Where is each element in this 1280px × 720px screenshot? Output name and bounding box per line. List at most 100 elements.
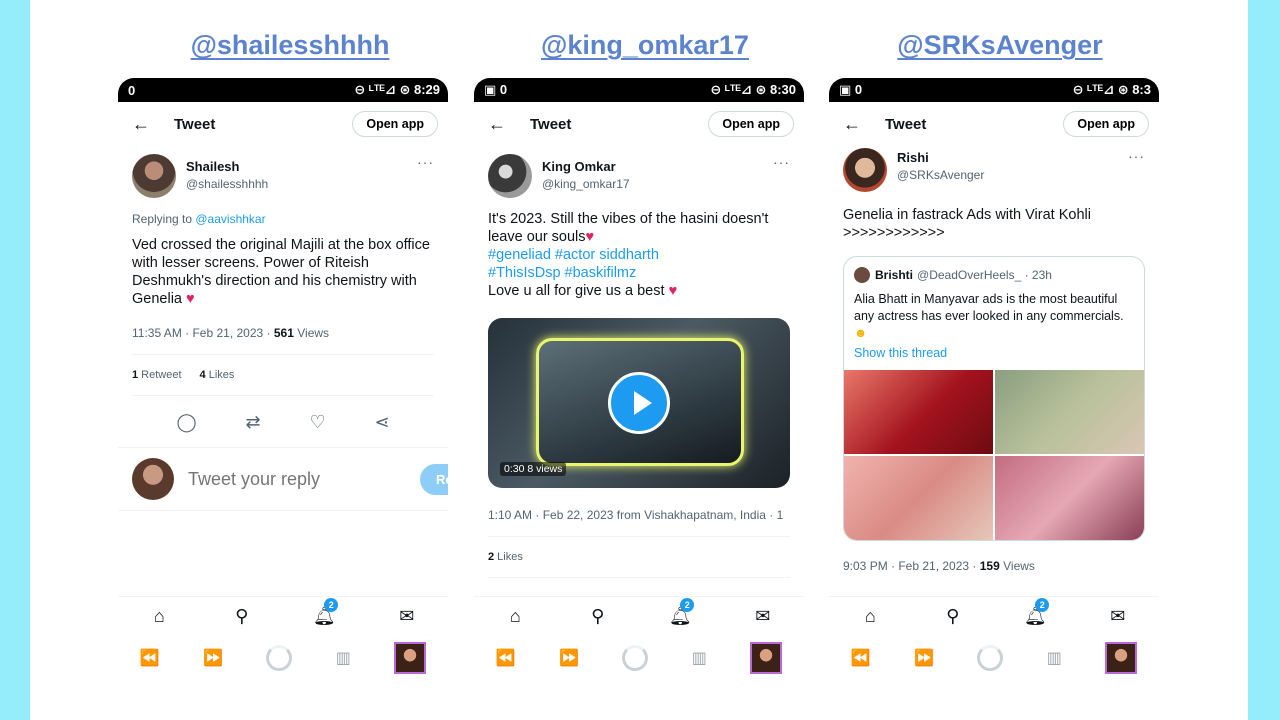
- tweet-timestamp: 11:35 AM · Feb 21, 2023 ·: [132, 326, 274, 340]
- notifications-icon[interactable]: 🔔︎ 2: [660, 598, 700, 627]
- top-bar: ← Tweet Open app: [118, 102, 448, 146]
- home-icon[interactable]: ⌂: [850, 606, 890, 627]
- home-icon[interactable]: ⌂: [139, 606, 179, 627]
- gift-icon[interactable]: ▥: [336, 648, 351, 668]
- top-bar: ← Tweet Open app: [474, 102, 804, 146]
- retweets-stat[interactable]: 1 Retweet: [132, 369, 182, 381]
- more-options-icon[interactable]: ···: [417, 154, 434, 170]
- image[interactable]: [995, 456, 1144, 540]
- handle-label-3: @SRKsAvenger: [897, 30, 1103, 60]
- author-handle[interactable]: @king_omkar17: [542, 177, 773, 191]
- notifications-icon[interactable]: 🔔︎ 2: [304, 598, 344, 627]
- share-icon[interactable]: ⋖: [374, 412, 389, 433]
- phone-screenshot-3: ▣ 0 ⊖ ᴸᵀᴱ⊿ ⊛ 8:3 ← Tweet Open app Rishi …: [829, 78, 1159, 680]
- back-arrow-icon[interactable]: ←: [843, 114, 873, 135]
- open-app-button[interactable]: Open app: [1063, 111, 1149, 137]
- tweet-timestamp: 9:03 PM · Feb 21, 2023 ·: [843, 559, 980, 573]
- home-icon[interactable]: ⌂: [495, 606, 535, 627]
- status-bar: ▣ 0 ⊖ ᴸᵀᴱ⊿ ⊛ 8:30: [474, 78, 804, 102]
- status-bar: ▣ 0 ⊖ ᴸᵀᴱ⊿ ⊛ 8:3: [829, 78, 1159, 102]
- views-label: Views: [293, 326, 330, 340]
- messages-icon[interactable]: ✉: [1098, 606, 1138, 627]
- rewind-icon[interactable]: ⏪: [851, 648, 871, 668]
- image[interactable]: [844, 370, 993, 454]
- author-handle[interactable]: @shailesshhhh: [186, 177, 417, 191]
- author-name[interactable]: Rishi: [897, 150, 1128, 165]
- tweet-author: Rishi @SRKsAvenger ···: [843, 148, 1145, 192]
- image[interactable]: [844, 456, 993, 540]
- phone-screenshot-1: 0 ⊖ ᴸᵀᴱ⊿ ⊛ 8:29 ← Tweet Open app Shailes…: [118, 78, 448, 680]
- tweet-text-body: Ved crossed the original Majili at the b…: [132, 237, 430, 307]
- tweet: Rishi @SRKsAvenger ··· Genelia in fastra…: [829, 146, 1159, 573]
- gift-icon[interactable]: ▥: [1047, 648, 1062, 668]
- like-icon[interactable]: ♡: [309, 412, 325, 433]
- avatar[interactable]: [132, 154, 176, 198]
- more-options-icon[interactable]: ···: [1128, 148, 1145, 164]
- quoted-tweet[interactable]: Brishti @DeadOverHeels_ · 23h Alia Bhatt…: [843, 256, 1145, 541]
- reply-input[interactable]: [188, 468, 420, 490]
- slide: @shailesshhhh @king_omkar17 @SRKsAvenger…: [30, 0, 1248, 720]
- tweet-stats: 2 Likes: [488, 551, 790, 563]
- reply-icon[interactable]: ◯: [176, 412, 196, 433]
- tweet-text: Genelia in fastrack Ads with Virat Kohli…: [843, 207, 1091, 241]
- rewind-icon[interactable]: ⏪: [140, 648, 160, 668]
- page-title: Tweet: [530, 115, 572, 133]
- author-name[interactable]: King Omkar: [542, 159, 773, 174]
- messages-icon[interactable]: ✉: [743, 606, 783, 627]
- author-handle[interactable]: @SRKsAvenger: [897, 168, 1128, 182]
- views-count: 561: [273, 326, 294, 340]
- status-right: ⊖ ᴸᵀᴱ⊿ ⊛ 8:3: [1072, 82, 1151, 97]
- video-player[interactable]: 0:30 8 views: [488, 318, 790, 488]
- profile-avatar[interactable]: [750, 642, 783, 674]
- search-icon[interactable]: ⚲: [222, 606, 262, 627]
- notification-badge: 2: [680, 598, 695, 612]
- fast-forward-icon[interactable]: ⏩: [203, 648, 223, 668]
- tweet-text-closing: Love u all for give us a best: [488, 283, 665, 299]
- back-arrow-icon[interactable]: ←: [488, 114, 518, 135]
- likes-stat[interactable]: 2 Likes: [488, 551, 523, 563]
- heart-eyes-emoji-icon: ☻: [854, 326, 868, 340]
- avatar[interactable]: [488, 154, 532, 198]
- avatar[interactable]: [843, 148, 887, 192]
- rewind-icon[interactable]: ⏪: [496, 648, 516, 668]
- avatar: [132, 458, 174, 500]
- fast-forward-icon[interactable]: ⏩: [559, 648, 579, 668]
- quoted-author-handle: @DeadOverHeels_ · 23h: [917, 268, 1052, 282]
- tweet-meta: 11:35 AM · Feb 21, 2023 · 561 Views: [132, 326, 434, 340]
- gift-icon[interactable]: ▥: [692, 648, 707, 668]
- system-nav: ⏪ ⏩ ▥: [118, 638, 448, 678]
- page-title: Tweet: [174, 115, 216, 133]
- search-icon[interactable]: ⚲: [933, 606, 973, 627]
- handle-label-2: @king_omkar17: [541, 30, 749, 60]
- play-icon[interactable]: [608, 372, 670, 434]
- author-name[interactable]: Shailesh: [186, 159, 417, 174]
- search-icon[interactable]: ⚲: [578, 606, 618, 627]
- reply-button[interactable]: Reply: [420, 463, 448, 495]
- tweet: Shailesh @shailesshhhh ··· Replying to @…: [118, 146, 448, 435]
- bottom-nav: ⌂ ⚲ 🔔︎ 2 ✉: [474, 596, 804, 636]
- back-arrow-icon[interactable]: ←: [132, 114, 162, 135]
- status-left: ▣ 0: [484, 82, 508, 97]
- tweet: King Omkar @king_omkar17 ··· It's 2023. …: [474, 146, 804, 578]
- status-bar: 0 ⊖ ᴸᵀᴱ⊿ ⊛ 8:29: [118, 78, 448, 102]
- tweet-text: It's 2023. Still the vibes of the hasini…: [488, 210, 790, 300]
- retweet-icon[interactable]: ⇄: [245, 412, 260, 433]
- open-app-button[interactable]: Open app: [352, 111, 438, 137]
- video-duration: 0:30 8 views: [500, 462, 567, 476]
- fast-forward-icon[interactable]: ⏩: [914, 648, 934, 668]
- likes-stat[interactable]: 4 Likes: [200, 369, 235, 381]
- divider: [132, 354, 434, 355]
- tweet-meta: 9:03 PM · Feb 21, 2023 · 159 Views: [843, 559, 1145, 573]
- messages-icon[interactable]: ✉: [387, 606, 427, 627]
- image[interactable]: [995, 370, 1144, 454]
- show-thread-link[interactable]: Show this thread: [844, 342, 1144, 370]
- notifications-icon[interactable]: 🔔︎ 2: [1015, 598, 1055, 627]
- replying-to-link[interactable]: @aavishhkar: [195, 212, 265, 226]
- hashtag-line-1[interactable]: #geneliad #actor siddharth: [488, 246, 790, 264]
- hashtag-line-2[interactable]: #ThisIsDsp #baskifilmz: [488, 264, 790, 282]
- more-options-icon[interactable]: ···: [773, 154, 790, 170]
- tweet-author: Shailesh @shailesshhhh ···: [132, 154, 434, 198]
- open-app-button[interactable]: Open app: [708, 111, 794, 137]
- profile-avatar[interactable]: [1105, 642, 1138, 674]
- profile-avatar[interactable]: [394, 642, 427, 674]
